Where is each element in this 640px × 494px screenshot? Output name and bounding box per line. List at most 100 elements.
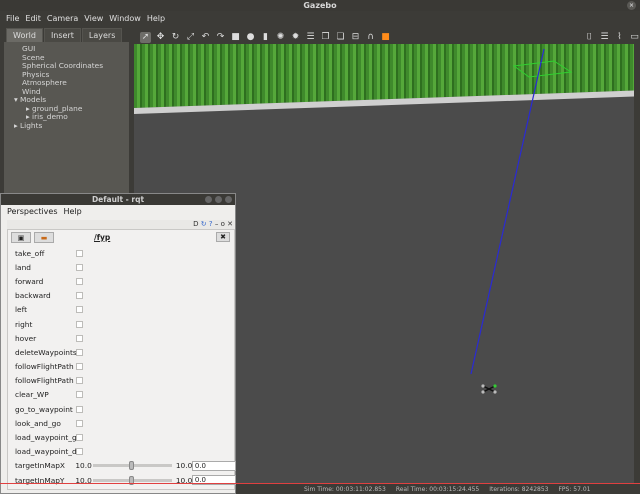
- copy-icon[interactable]: ❐: [320, 32, 331, 43]
- load-waypoint-g-checkbox[interactable]: [76, 434, 83, 442]
- follow-flight-path-checkbox[interactable]: [76, 363, 83, 371]
- button-label: land: [15, 262, 31, 272]
- target-y-slider[interactable]: [93, 475, 172, 485]
- menu-file[interactable]: File: [6, 14, 19, 23]
- minimize-icon[interactable]: [205, 196, 212, 203]
- select-mode-icon[interactable]: ➚: [140, 31, 151, 43]
- list-item: forward: [8, 274, 236, 288]
- redo-icon[interactable]: ↷: [215, 32, 226, 43]
- tab-insert[interactable]: Insert: [43, 28, 81, 42]
- menu-camera[interactable]: Camera: [47, 14, 78, 23]
- cylinder-shape-icon[interactable]: ▮: [260, 32, 271, 43]
- namespace-title: /fyp: [94, 232, 111, 242]
- red-guide-line: [0, 483, 640, 484]
- options-icon[interactable]: o: [221, 220, 225, 228]
- clear-wp-checkbox[interactable]: [76, 391, 83, 399]
- snap-icon[interactable]: ∩: [365, 32, 376, 43]
- button-label: go_to_waypoint: [15, 404, 73, 414]
- path-line: [470, 48, 545, 375]
- undo-icon[interactable]: ↶: [200, 32, 211, 43]
- log-icon[interactable]: ☰: [599, 32, 610, 43]
- minimize-dock-icon[interactable]: –: [215, 220, 219, 228]
- button-label: look_and_go: [15, 418, 61, 428]
- menu-help[interactable]: Help: [64, 207, 82, 216]
- look-and-go-checkbox[interactable]: [76, 419, 83, 427]
- help-icon[interactable]: D: [193, 220, 198, 228]
- rqt-title: Default - rqt: [91, 195, 145, 204]
- remove-panel-icon[interactable]: ✖: [216, 232, 230, 242]
- list-item: look_and_go: [8, 416, 236, 430]
- backward-checkbox[interactable]: [76, 292, 83, 300]
- forward-checkbox[interactable]: [76, 277, 83, 285]
- list-item: load_waypoint_g: [8, 430, 236, 444]
- menu-window[interactable]: Window: [109, 14, 141, 23]
- slider-max: 10.0: [175, 461, 193, 471]
- list-item: deleteWaypoints: [8, 345, 236, 359]
- gazebo-toolbar: ➚ ✥ ↻ ⤢ ↶ ↷ ■ ● ▮ ✺ ✹ ☰ ❐ ❏ ⊟ ∩ ■ ⌷ ☰ ⌇ …: [134, 29, 640, 45]
- delete-waypoints-checkbox[interactable]: [76, 348, 83, 356]
- point-light-icon[interactable]: ✺: [275, 32, 286, 43]
- tab-layers[interactable]: Layers: [81, 28, 123, 42]
- screenshot-icon[interactable]: ⌷: [584, 32, 595, 43]
- list-item: go_to_waypoint: [8, 402, 236, 416]
- rqt-titlebar: Default - rqt: [1, 194, 235, 205]
- take-off-checkbox[interactable]: [76, 249, 83, 257]
- open-folder-icon[interactable]: ▬: [34, 231, 54, 243]
- video-icon[interactable]: ▭: [629, 32, 640, 43]
- menu-view[interactable]: View: [84, 14, 103, 23]
- window-title: Gazebo: [303, 1, 337, 10]
- tree-item-lights[interactable]: ▸ Lights: [4, 121, 129, 131]
- menu-help[interactable]: Help: [147, 14, 165, 23]
- list-item: take_off: [8, 246, 236, 260]
- sim-time: Sim Time: 00:03:11:02.853: [304, 485, 386, 493]
- left-checkbox[interactable]: [76, 306, 83, 314]
- reload-icon[interactable]: ↻: [201, 220, 207, 228]
- spot-light-icon[interactable]: ✹: [290, 32, 301, 43]
- close-icon[interactable]: ×: [627, 1, 636, 10]
- panel-tabs: World Insert Layers: [6, 28, 133, 42]
- list-item: load_waypoint_d: [8, 445, 236, 459]
- button-label: backward: [15, 291, 51, 301]
- plugin-dock: D ↻ ? – o ✕ ▣ ▬ /fyp ✖ take_off land for…: [7, 220, 236, 490]
- tab-world[interactable]: World: [6, 28, 43, 42]
- info-icon[interactable]: ?: [209, 220, 213, 228]
- maximize-icon[interactable]: [215, 196, 222, 203]
- menu-perspectives[interactable]: Perspectives: [7, 207, 58, 216]
- hover-checkbox[interactable]: [76, 334, 83, 342]
- close-icon[interactable]: [225, 196, 232, 203]
- fps: FPS: 57.01: [558, 485, 591, 493]
- gazebo-titlebar: Gazebo ×: [0, 0, 640, 11]
- go-to-waypoint-checkbox[interactable]: [76, 405, 83, 413]
- right-checkbox[interactable]: [76, 320, 83, 328]
- target-x-value-field[interactable]: 0.0: [191, 460, 236, 471]
- land-checkbox[interactable]: [76, 263, 83, 271]
- directional-light-icon[interactable]: ☰: [305, 32, 316, 43]
- button-label: load_waypoint_d: [15, 447, 76, 457]
- target-x-slider[interactable]: [93, 461, 172, 471]
- align-icon[interactable]: ⊟: [350, 32, 361, 43]
- slider-handle[interactable]: [129, 461, 135, 471]
- rqt-menubar: Perspectives Help: [1, 205, 235, 217]
- plot-icon[interactable]: ⌇: [614, 32, 625, 43]
- drone-icon: [481, 384, 497, 394]
- translate-mode-icon[interactable]: ✥: [155, 32, 166, 43]
- right-scrollbar[interactable]: [634, 44, 640, 484]
- change-view-icon[interactable]: ■: [380, 32, 391, 43]
- button-label: hover: [15, 333, 37, 343]
- scale-mode-icon[interactable]: ⤢: [185, 32, 196, 43]
- rotate-mode-icon[interactable]: ↻: [170, 32, 181, 43]
- list-item: hover: [8, 331, 236, 345]
- box-shape-icon[interactable]: ■: [230, 32, 241, 43]
- close-dock-icon[interactable]: ✕: [227, 220, 233, 228]
- follow-flight-path-2-checkbox[interactable]: [76, 377, 83, 385]
- rqt-window-controls: [205, 196, 232, 203]
- list-item: followFlightPath: [8, 374, 236, 388]
- button-list: take_off land forward backward left righ…: [8, 246, 236, 487]
- menu-edit[interactable]: Edit: [25, 14, 41, 23]
- save-icon[interactable]: ▣: [11, 231, 31, 243]
- iterations: Iterations: 8242853: [489, 485, 549, 493]
- sphere-shape-icon[interactable]: ●: [245, 32, 256, 43]
- load-waypoint-d-checkbox[interactable]: [76, 448, 83, 456]
- paste-icon[interactable]: ❏: [335, 32, 346, 43]
- world-tree: GUI Scene Spherical Coordinates Physics …: [4, 42, 129, 202]
